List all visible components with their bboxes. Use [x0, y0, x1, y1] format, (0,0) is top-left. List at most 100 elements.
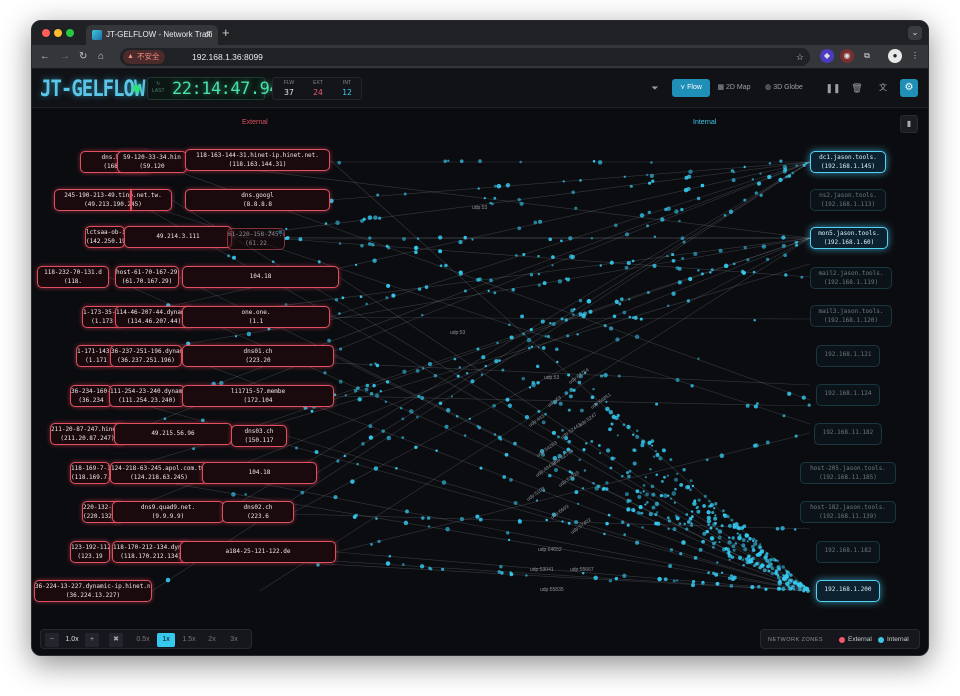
external-node[interactable]: 245-190-213-49.tinp.net.tw. (49.213.190.2…: [54, 189, 172, 211]
url-field[interactable]: 不安全 192.168.1.36:8099 ☆: [120, 48, 810, 66]
external-node[interactable]: 123-192-112-123.dy (123.19: [70, 541, 110, 563]
flow-particle: [419, 564, 425, 569]
language-toggle-icon[interactable]: 文: [874, 79, 892, 97]
extension-icon[interactable]: ◆: [820, 49, 834, 63]
view-2d-map-button[interactable]: ▦ 2D Map: [714, 79, 754, 97]
speed-0-5x-button[interactable]: 0.5x: [133, 633, 153, 647]
flow-particle: [781, 235, 786, 240]
external-node-ip: (111.254.23.240): [118, 397, 176, 404]
external-node[interactable]: dns01.ch (223.20: [182, 345, 334, 367]
view-3d-globe-button[interactable]: ◍ 3D Globe: [760, 79, 808, 97]
flow-particle: [634, 334, 640, 340]
external-node[interactable]: dns.googl (8.8.8.8: [185, 189, 330, 211]
internal-node[interactable]: 192.168.11.182: [814, 423, 882, 445]
tab-menu-icon[interactable]: ⌄: [908, 26, 922, 40]
internal-node[interactable]: dc1.jason.tools. (192.168.1.145): [810, 151, 886, 173]
flow-particle: [678, 219, 681, 223]
external-node[interactable]: 104.18: [202, 462, 317, 484]
external-node[interactable]: 118-169-7-161.dynamic (118.169.7.: [70, 462, 110, 484]
internal-node[interactable]: mail3.jason.tools. (192.168.1.120): [810, 305, 892, 327]
flow-particle: [668, 564, 673, 568]
external-node[interactable]: dns02.ch (223.6: [222, 501, 294, 523]
internal-node[interactable]: ns2.jason.tools. (192.168.1.113): [810, 189, 886, 211]
external-node[interactable]: 118-163-144-31.hinet-ip.hinet.net. (118.1…: [185, 149, 330, 171]
external-node[interactable]: a184-25-121-122.de: [180, 541, 336, 563]
chart-toggle-icon[interactable]: ▮: [900, 115, 918, 133]
internal-node-name: dc1.jason.tools.: [819, 154, 877, 161]
internal-node[interactable]: mon5.jason.tools. (192.168.1.60): [810, 227, 888, 249]
flow-particle: [455, 415, 459, 418]
extension-icon[interactable]: ◉: [840, 49, 854, 63]
fit-view-icon[interactable]: ✖: [109, 633, 123, 647]
external-node[interactable]: one.one. (1.1: [182, 306, 330, 328]
external-node[interactable]: 1-168-118-159.dynamic-ip.hinet.net.(1.16…: [130, 189, 132, 211]
external-node-ip: (150.117: [244, 437, 274, 444]
flow-particle: [678, 522, 682, 526]
flow-particle: [770, 563, 773, 566]
internal-node[interactable]: host-205.jason.tools. (192.168.11.185): [800, 462, 896, 484]
flow-particle: [567, 373, 571, 377]
browser-tab[interactable]: JT-GELFLOW - Network Traffi ✕: [86, 25, 218, 45]
flow-particle: [604, 487, 609, 491]
maximize-window-button[interactable]: [66, 29, 74, 37]
external-node[interactable]: 49.215.56.96: [114, 423, 232, 445]
profile-avatar[interactable]: ●: [888, 49, 902, 63]
filter-icon[interactable]: ⏷: [646, 79, 664, 97]
external-node[interactable]: 118-170-212-134.dynamic-ip.hinet.net. (11…: [112, 541, 190, 563]
settings-gear-icon[interactable]: ⚙: [900, 79, 918, 97]
flow-particle: [478, 159, 482, 164]
external-node[interactable]: 49.214.3.111: [124, 226, 232, 248]
internal-node[interactable]: 192.168.1.200: [816, 580, 880, 602]
close-window-button[interactable]: [42, 29, 50, 37]
zoom-out-button[interactable]: −: [45, 633, 59, 647]
external-node[interactable]: 111-254-23-240.dynamic-ip.hinet.net. (111…: [109, 385, 185, 407]
new-tab-button[interactable]: +: [222, 25, 230, 41]
zoom-in-button[interactable]: +: [85, 633, 99, 647]
flow-particle: [743, 165, 746, 169]
internal-node[interactable]: 192.168.1.121: [816, 345, 880, 367]
internal-node[interactable]: 192.168.1.182: [816, 541, 880, 563]
browser-menu-icon[interactable]: ⋮: [908, 49, 922, 63]
external-node[interactable]: 59-120-33-34.hin (59.120: [117, 151, 187, 173]
external-node[interactable]: 104.18: [182, 266, 339, 288]
flow-particle: [623, 175, 626, 178]
flow-particle: [386, 435, 392, 441]
external-node[interactable]: host-61-70-167-29.static.kbtelecom.net. (…: [115, 266, 179, 288]
speed-3x-button[interactable]: 3x: [225, 633, 243, 647]
external-node[interactable]: 124-218-63-245.apol.com.tw. (124.218.63.2…: [110, 462, 208, 484]
flow-canvas[interactable]: udp:53 udp:53 udp:53 udp:62754 udp:64851 udp:…: [32, 109, 928, 655]
internal-node[interactable]: 192.168.1.124: [816, 384, 880, 406]
external-node-name: dns.googl: [241, 192, 274, 199]
view-flow-button[interactable]: ⋎ Flow: [672, 79, 710, 97]
flow-particle: [764, 587, 768, 591]
bookmark-star-icon[interactable]: ☆: [796, 48, 804, 66]
external-node[interactable]: 36-224-13-227.dynamic-ip.hinet.net. (36.2…: [34, 580, 152, 602]
close-tab-icon[interactable]: ✕: [204, 25, 212, 45]
internal-node-ip: (192.168.1.145): [820, 163, 876, 170]
internal-node[interactable]: host-182.jason.tools. (192.168.11.139): [800, 501, 896, 523]
back-icon[interactable]: ←: [40, 49, 50, 65]
forward-icon[interactable]: →: [60, 49, 70, 65]
speed-2x-button[interactable]: 2x: [203, 633, 221, 647]
home-icon[interactable]: ⌂: [98, 49, 104, 65]
internal-node[interactable]: mail2.jason.tools. (192.168.1.119): [810, 267, 892, 289]
external-node[interactable]: lctsaa-ob-in-f14.1e100.net (142.250.198.7…: [85, 226, 125, 248]
extensions-puzzle-icon[interactable]: ⧉: [860, 49, 874, 63]
external-node[interactable]: 36-237-251-196.dynamic-ip.hinet.net. (36.…: [110, 345, 182, 367]
internal-node-name: 192.168.1.182: [824, 547, 872, 554]
flow-particle: [748, 536, 752, 541]
external-node[interactable]: 36-234-160-160.dy (36.234: [70, 385, 112, 407]
external-node[interactable]: 61-220-158-245.c (61.22: [227, 228, 285, 250]
external-node[interactable]: li1715-57.membe (172.104: [182, 385, 334, 407]
pause-icon[interactable]: ❚❚: [824, 79, 842, 97]
trash-icon[interactable]: 🗑: [848, 79, 866, 97]
external-node[interactable]: dns03.ch (150.117: [231, 425, 287, 447]
minimize-window-button[interactable]: [54, 29, 62, 37]
flow-particle: [415, 246, 418, 250]
insecure-badge[interactable]: 不安全: [123, 50, 165, 64]
speed-1x-button[interactable]: 1x: [157, 633, 175, 647]
speed-1-5x-button[interactable]: 1.5x: [179, 633, 199, 647]
external-node[interactable]: 118-232-70-131.d (118.: [37, 266, 109, 288]
reload-icon[interactable]: ↻: [79, 49, 87, 65]
external-node[interactable]: dns9.quad9.net. (9.9.9.9): [112, 501, 224, 523]
